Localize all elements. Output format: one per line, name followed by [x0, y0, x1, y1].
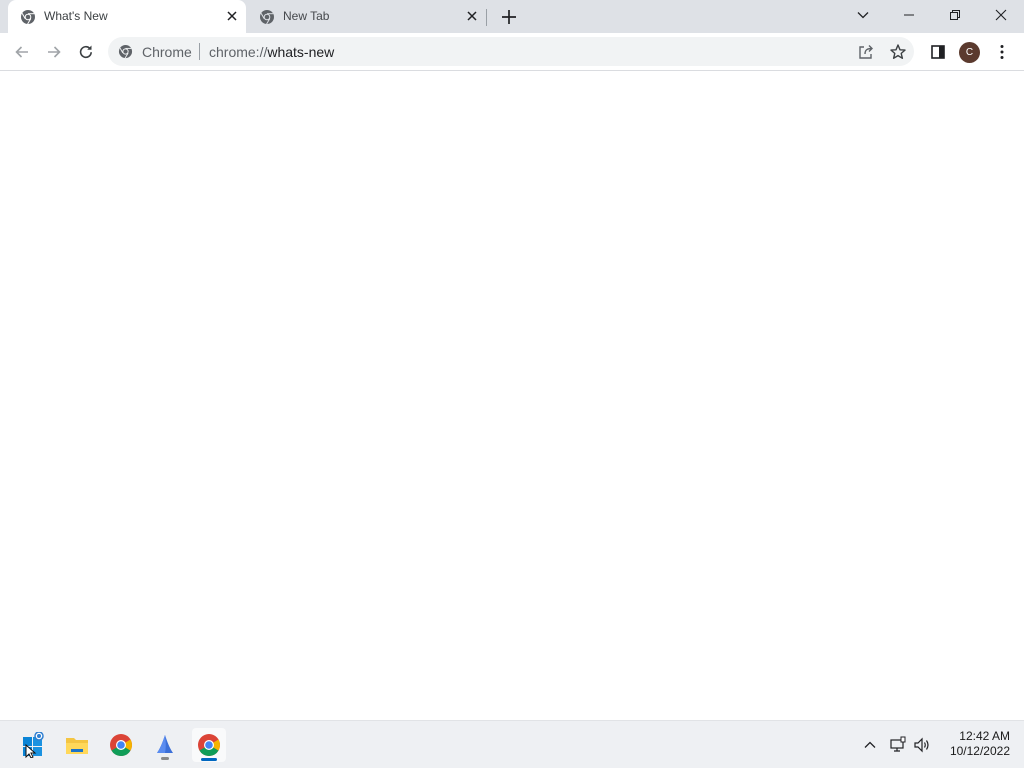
page-content [0, 71, 1024, 719]
side-panel-icon [931, 45, 945, 59]
chrome-favicon-icon [260, 10, 274, 25]
taskbar-chrome[interactable] [104, 728, 138, 762]
volume-button[interactable] [912, 735, 932, 755]
minimize-icon [904, 14, 914, 16]
chrome-icon [198, 734, 220, 756]
network-icon [890, 736, 906, 752]
omnibox-divider [199, 43, 200, 60]
profile-avatar[interactable]: C [959, 42, 980, 63]
tab-new-tab[interactable]: New Tab [248, 0, 486, 33]
taskbar-chrome-active[interactable] [192, 728, 226, 762]
url-text[interactable]: chrome://whats-new [209, 44, 334, 60]
url-path: whats-new [267, 44, 335, 60]
file-explorer-icon [66, 738, 88, 754]
browser-toolbar: Chrome chrome://whats-new C [0, 33, 1024, 71]
chrome-icon [110, 734, 132, 756]
volume-icon [914, 737, 929, 753]
page-info-chip[interactable]: Chrome [142, 44, 192, 60]
forward-button[interactable] [43, 41, 65, 63]
chevron-up-icon [864, 741, 876, 748]
kebab-menu-icon [1000, 45, 1004, 59]
close-window-button[interactable] [978, 0, 1024, 30]
clock-time: 12:42 AM [959, 729, 1010, 743]
running-indicator [161, 757, 169, 760]
url-scheme: chrome:// [209, 44, 268, 60]
active-indicator [201, 758, 217, 761]
back-button[interactable] [11, 41, 33, 63]
tab-title: What's New [44, 9, 108, 23]
tab-whats-new[interactable]: What's New [8, 0, 246, 33]
chrome-menu-button[interactable] [991, 41, 1013, 63]
chevron-down-icon [857, 12, 869, 19]
chrome-page-icon [118, 44, 133, 59]
side-panel-button[interactable] [927, 41, 949, 63]
taskbar: 12:42 AM 10/12/2022 [0, 720, 1024, 768]
close-tab-icon[interactable] [224, 8, 240, 24]
chrome-favicon-icon [21, 10, 35, 25]
minimize-button[interactable] [886, 0, 932, 30]
network-button[interactable] [888, 735, 908, 755]
bookmark-star-button[interactable] [887, 41, 909, 63]
forward-arrow-icon [48, 46, 61, 58]
share-button[interactable] [855, 41, 877, 63]
system-clock[interactable]: 12:42 AM 10/12/2022 [940, 729, 1010, 759]
address-bar[interactable]: Chrome chrome://whats-new [108, 37, 914, 66]
restore-button[interactable] [932, 0, 978, 30]
start-button[interactable] [16, 728, 50, 762]
tab-strip: What's New New Tab [0, 0, 1024, 33]
taskbar-app-sail[interactable] [148, 728, 182, 762]
show-hidden-icons-button[interactable] [860, 735, 880, 755]
clock-date: 10/12/2022 [949, 744, 1010, 758]
reload-icon [79, 45, 92, 59]
star-icon [890, 44, 906, 59]
share-icon [859, 45, 873, 59]
tab-divider [486, 9, 487, 26]
taskbar-file-explorer[interactable] [60, 728, 94, 762]
app-sail-icon [157, 735, 173, 753]
close-icon [995, 9, 1007, 21]
close-tab-icon[interactable] [464, 8, 480, 24]
new-tab-plus-icon[interactable] [499, 7, 519, 27]
tab-title: New Tab [283, 9, 330, 23]
tab-search-button[interactable] [840, 0, 886, 30]
start-icon [23, 732, 44, 758]
restore-icon [950, 10, 960, 20]
reload-button[interactable] [75, 41, 97, 63]
back-arrow-icon [15, 46, 28, 58]
